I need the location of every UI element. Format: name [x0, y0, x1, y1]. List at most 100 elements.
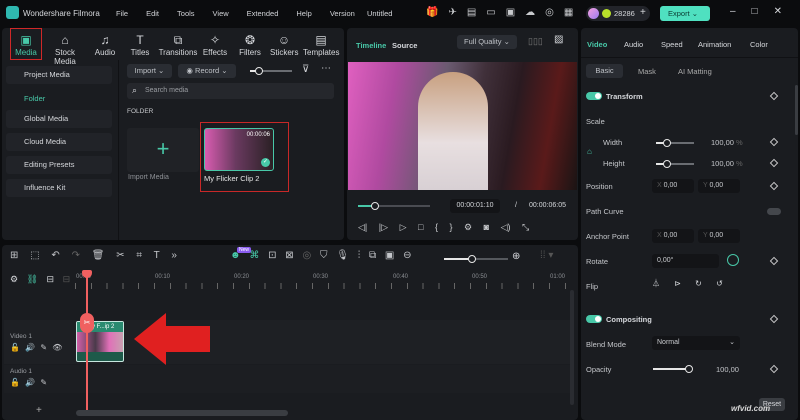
transform-heading[interactable]: Transform — [606, 92, 643, 101]
anchor-y-field[interactable]: Y 0,00 — [698, 229, 740, 243]
replace-icon[interactable]: ⧉ — [369, 250, 376, 261]
compositing-toggle[interactable] — [586, 315, 602, 323]
opacity-value[interactable]: 100,00 — [716, 365, 739, 374]
tab-stock-media[interactable]: ⌂ Stock Media — [43, 32, 87, 66]
tab-titles[interactable]: T Titles — [128, 32, 152, 57]
horizontal-scrollbar[interactable] — [76, 410, 288, 416]
credits-badge[interactable]: 28286 + — [586, 6, 650, 21]
tab-media[interactable]: ▣ Media — [10, 32, 42, 57]
sidebar-item-cloud-media[interactable]: Cloud Media — [6, 133, 112, 151]
import-dropdown[interactable]: Import ⌄ — [127, 64, 172, 78]
delete-icon[interactable]: 🗑 — [92, 250, 105, 261]
mark-in-icon[interactable]: { — [435, 222, 438, 232]
anchor-x-field[interactable]: X 0,00 — [652, 229, 694, 243]
filter-icon[interactable]: ⊽ — [302, 64, 309, 75]
grid-view-icon[interactable]: ▯▯▯ — [528, 36, 543, 47]
tab-templates[interactable]: ▤ Templates — [303, 32, 339, 57]
height-value[interactable]: 100,00 % — [711, 159, 743, 168]
transform-toggle[interactable] — [586, 92, 602, 100]
time-ruler[interactable] — [75, 283, 570, 289]
menu-view[interactable]: View — [213, 9, 229, 18]
mixer-icon[interactable]: ⫶ — [358, 250, 361, 261]
menu-version[interactable]: Version — [330, 9, 355, 18]
tab-timeline[interactable]: Timeline — [356, 41, 386, 50]
tab-speed[interactable]: Speed — [661, 40, 683, 49]
avatar[interactable] — [588, 8, 599, 19]
record-dropdown[interactable]: ◉ Record ⌄ — [178, 64, 236, 78]
import-media-button[interactable]: + — [127, 128, 199, 172]
width-value[interactable]: 100,00 % — [711, 138, 743, 147]
track-height-icon[interactable]: ⁞⁞ ▾ — [540, 250, 553, 261]
sidebar-item-influence-kit[interactable]: Influence Kit — [6, 179, 112, 197]
lock-icon[interactable]: ⌂ — [587, 147, 592, 156]
tab-source[interactable]: Source — [392, 41, 417, 50]
next-frame-icon[interactable]: |▷ — [379, 222, 388, 232]
subtab-basic[interactable]: Basic — [586, 64, 623, 78]
height-slider[interactable] — [656, 160, 694, 168]
layout-icon[interactable]: ⊞ — [10, 250, 18, 261]
mark-out-icon[interactable]: } — [449, 222, 452, 232]
volume-icon[interactable]: ◁) — [501, 222, 511, 232]
sticker-icon[interactable]: ⊡ — [268, 250, 276, 261]
video-preview[interactable] — [348, 62, 577, 190]
blend-mode-dropdown[interactable]: Normal ⌄ — [652, 336, 740, 350]
image-icon[interactable]: ⊠ — [285, 250, 293, 261]
tab-color[interactable]: Color — [750, 40, 768, 49]
timeline-zoom-slider[interactable] — [444, 255, 508, 263]
flip-horizontal-icon[interactable]: ⏃ — [652, 279, 660, 288]
tab-audio[interactable]: ♫ Audio — [92, 32, 118, 57]
track-tools[interactable]: ⚙ ⛓ ⊟ ⊟ — [10, 274, 70, 285]
media-clip-card[interactable]: 00:00:06 ✓ My Flicker Clip 2 — [200, 122, 289, 192]
subtab-ai-matting[interactable]: AI Matting — [678, 67, 712, 76]
speed-icon[interactable]: ◎ — [302, 250, 311, 261]
add-track-icon[interactable]: ⊟ — [47, 274, 55, 284]
tab-filters[interactable]: ❂ Filters — [238, 32, 262, 57]
audio-track-controls[interactable]: 🔓 🔊 ✎ — [10, 378, 47, 387]
position-y-field[interactable]: Y 0,00 — [698, 179, 740, 193]
link-icon[interactable]: ⛓ — [27, 274, 38, 284]
search-input[interactable]: ⌕ Search media — [127, 83, 334, 99]
playhead[interactable] — [86, 273, 88, 415]
timeline-toolbar[interactable]: ⊞ ⬚ ↶ ↷ 🗑 ✂ ⌗ T » — [10, 250, 177, 261]
window-controls[interactable]: –□✕ — [730, 6, 798, 17]
text-icon[interactable]: T — [154, 250, 160, 261]
tab-transitions[interactable]: ⧉ Transitions — [158, 32, 198, 57]
settings-icon[interactable]: ⚙ — [464, 222, 472, 232]
rotate-dial[interactable] — [727, 254, 739, 266]
stop-icon[interactable]: □ — [418, 222, 423, 232]
add-track-button[interactable]: + — [36, 405, 42, 416]
more-tools-icon[interactable]: » — [171, 250, 177, 261]
snapshot-view-icon[interactable]: ▨ — [554, 34, 563, 45]
width-slider[interactable] — [656, 139, 694, 147]
menu-extended[interactable]: Extended — [247, 9, 279, 18]
rotate-field[interactable]: 0,00° — [652, 254, 719, 268]
scrollbar[interactable] — [795, 85, 798, 135]
play-icon[interactable]: ▷ — [400, 222, 407, 232]
toolbar-icons[interactable]: 🎁✈▤▭▣☁◎▦ — [426, 7, 583, 18]
microphone-icon[interactable]: 🎙 — [336, 250, 349, 261]
sidebar-item-folder[interactable]: Folder — [24, 94, 45, 103]
redo-icon[interactable]: ↷ — [72, 250, 80, 261]
tab-audio-props[interactable]: Audio — [624, 40, 643, 49]
fullscreen-icon[interactable]: ⤡ — [522, 222, 529, 232]
tab-animation[interactable]: Animation — [698, 40, 731, 49]
tab-video[interactable]: Video — [587, 40, 607, 49]
menu-file[interactable]: File — [116, 9, 128, 18]
plus-icon[interactable]: + — [640, 7, 646, 18]
video-track-controls[interactable]: 🔓 🔊 ✎ 👁 — [10, 343, 62, 352]
thumbnail-size-slider[interactable] — [250, 67, 292, 75]
sidebar-item-project-media[interactable]: Project Media — [6, 66, 112, 84]
zoom-in-icon[interactable]: ⊕ — [512, 251, 520, 262]
settings-icon[interactable]: ⚙ — [10, 274, 18, 284]
flip-buttons[interactable]: ⏃ ⊳ ↻ ↺ — [652, 278, 723, 289]
position-x-field[interactable]: X 0,00 — [652, 179, 694, 193]
timeline-ai-toolbar[interactable]: ☻ ⌘ ⊡ ⊠ ◎ ⛉ 🎙 ⫶ ⧉ ▣ ⊖ — [230, 250, 412, 261]
export-button[interactable]: Export ⌄ — [660, 6, 710, 21]
undo-icon[interactable]: ↶ — [51, 250, 59, 261]
menu-help[interactable]: Help — [296, 9, 311, 18]
tab-effects[interactable]: ✧ Effects — [202, 32, 228, 57]
prev-frame-icon[interactable]: ◁| — [358, 222, 367, 232]
menu-tools[interactable]: Tools — [177, 9, 195, 18]
zoom-out-icon[interactable]: ⊖ — [403, 250, 411, 261]
more-icon[interactable]: ⋯ — [321, 63, 331, 74]
